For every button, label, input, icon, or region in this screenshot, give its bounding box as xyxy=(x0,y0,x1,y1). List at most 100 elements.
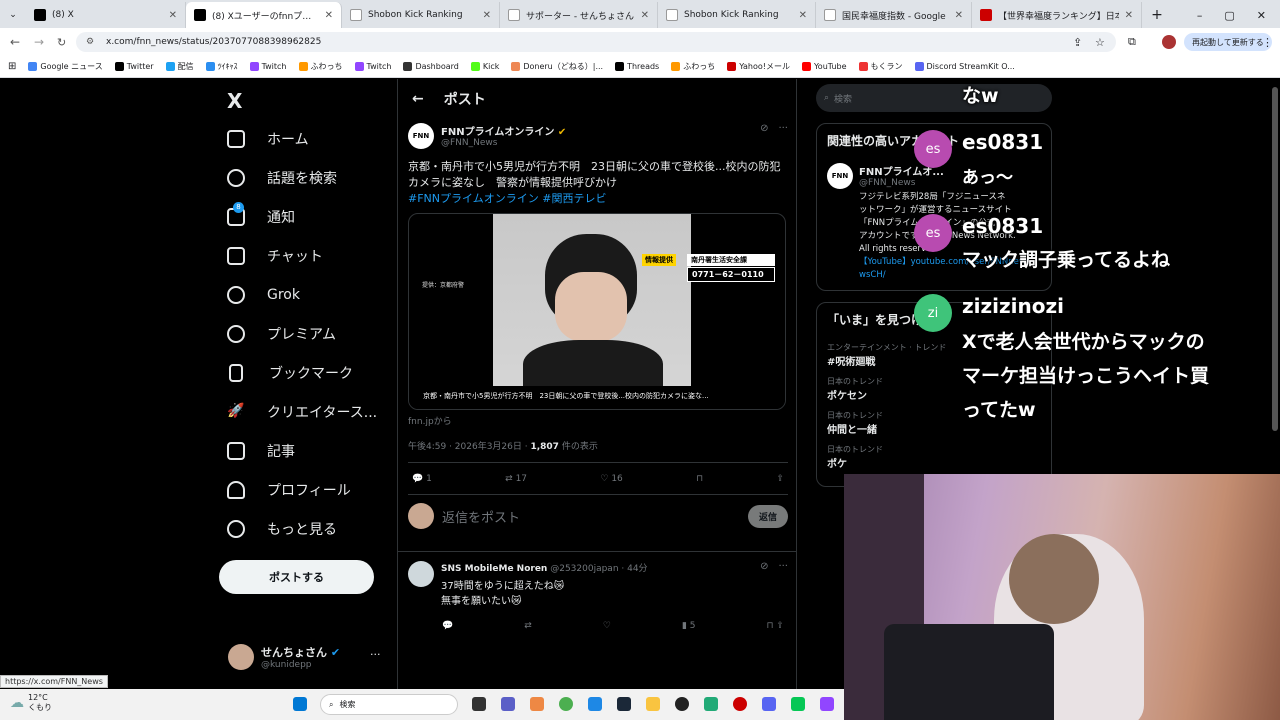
copilot-icon[interactable] xyxy=(530,697,544,711)
bookmark-item[interactable]: ふわっち xyxy=(671,61,715,72)
new-tab-icon[interactable]: + xyxy=(1142,2,1172,28)
back-arrow-icon[interactable]: ← xyxy=(412,91,424,107)
trend-item[interactable]: 日本のトレンド ポケ xyxy=(827,444,1041,470)
taskbar-search[interactable]: ⌕ 検索 xyxy=(320,694,458,715)
account-switcher[interactable]: せんちょさん ✔ @kunidepp ··· xyxy=(228,642,388,682)
steam-icon[interactable] xyxy=(617,697,631,711)
reply-author-name[interactable]: SNS MobileMe Noren xyxy=(441,564,547,574)
post-button[interactable]: ポストする xyxy=(219,560,374,594)
bookmark-item[interactable]: 配信 xyxy=(165,61,194,72)
more-icon[interactable]: ··· xyxy=(370,648,381,661)
close-icon[interactable]: ✕ xyxy=(1125,10,1133,21)
tab-ranking[interactable]: 【世界幸福度ランキング】日本の幸福 ✕ xyxy=(972,2,1142,28)
tweet-media[interactable]: 提供：京都府警 情報提供 南丹署生活安全課 0771－62－0110 京都・南丹… xyxy=(408,213,786,410)
scrollbar[interactable] xyxy=(1272,87,1278,431)
bookmark-item[interactable]: もくラン xyxy=(858,61,903,72)
retweet-action[interactable]: ⇄ 17 xyxy=(505,474,527,484)
weather-widget[interactable]: ☁ 12°C くもり xyxy=(10,693,52,713)
close-icon[interactable]: ✕ xyxy=(483,10,491,21)
tab-google[interactable]: 国民幸福度指数 - Google 検索 ✕ xyxy=(816,2,972,28)
bookmark-item[interactable]: Google ニュース xyxy=(28,61,103,72)
close-icon[interactable]: ✕ xyxy=(169,10,177,21)
bookmark-item[interactable]: ﾂｲｷｬｽ xyxy=(205,61,238,72)
tab-search-icon[interactable]: ⌄ xyxy=(0,2,26,28)
line-icon[interactable] xyxy=(791,697,805,711)
bookmark-item[interactable]: ふわっち xyxy=(298,61,343,72)
grok-icon[interactable]: ⊘ xyxy=(760,123,768,149)
tab-shobon-1[interactable]: Shobon Kick Ranking ✕ xyxy=(342,2,500,28)
nav-notifications[interactable]: 8 通知 xyxy=(218,197,396,236)
bookmark-item[interactable]: Dashboard xyxy=(403,62,459,71)
reply-author-handle[interactable]: @253200japan · 44分 xyxy=(550,564,647,574)
install-icon[interactable]: ⇪ xyxy=(1073,36,1082,49)
minimize-icon[interactable]: – xyxy=(1197,9,1203,22)
start-icon[interactable] xyxy=(293,697,307,711)
retweet-icon[interactable]: ⇄ xyxy=(524,621,532,631)
folder-icon[interactable] xyxy=(646,697,660,711)
bookmark-item[interactable]: Threads xyxy=(615,62,659,71)
bookmark-share-icons[interactable]: ⊓ ⇪ xyxy=(767,621,784,631)
forward-icon[interactable]: → xyxy=(34,35,44,49)
close-icon[interactable]: ✕ xyxy=(325,10,333,21)
tweet-author-name[interactable]: FNNプライムオンライン xyxy=(441,127,554,138)
nav-grok[interactable]: Grok xyxy=(218,275,396,314)
close-icon[interactable]: ✕ xyxy=(641,10,649,21)
tweet-hashtags[interactable]: #FNNプライムオンライン #関西テレビ xyxy=(408,192,607,205)
close-window-icon[interactable]: ✕ xyxy=(1257,9,1266,22)
bookmark-icon[interactable]: ⊓ xyxy=(696,474,703,484)
heart-icon[interactable]: ♡ xyxy=(603,621,611,631)
share-icon[interactable]: ⇪ xyxy=(776,474,784,484)
discord-icon[interactable] xyxy=(762,697,776,711)
apps-icon[interactable]: ⊞ xyxy=(8,61,16,72)
bookmark-item[interactable]: Twitch xyxy=(249,62,287,71)
site-info-icon[interactable]: ⚙ xyxy=(86,37,94,47)
bookmark-item[interactable]: YouTube xyxy=(801,62,847,71)
reply-input[interactable]: 返信をポスト xyxy=(442,507,520,526)
bookmark-item[interactable]: Yahoo!メール xyxy=(727,61,790,72)
bookmark-item[interactable]: Twitch xyxy=(354,62,391,71)
bookmark-item[interactable]: Discord StreamKit O... xyxy=(914,62,1015,71)
record-icon[interactable] xyxy=(733,697,747,711)
views-action[interactable]: ▮ 5 xyxy=(682,621,696,631)
chrome-icon[interactable] xyxy=(559,697,573,711)
bookmark-star-icon[interactable]: ☆ xyxy=(1095,36,1105,49)
bookmark-item[interactable]: Doneru（どねる）|... xyxy=(511,61,603,72)
relaunch-update-button[interactable]: 再起動して更新する xyxy=(1184,33,1272,51)
like-action[interactable]: ♡ 16 xyxy=(600,474,622,484)
reply-action[interactable]: 💬 1 xyxy=(412,474,432,484)
avatar[interactable] xyxy=(408,561,434,587)
nav-chat[interactable]: チャット xyxy=(218,236,396,275)
more-icon[interactable]: ··· xyxy=(778,561,788,607)
close-icon[interactable]: ✕ xyxy=(799,10,807,21)
obs-icon[interactable] xyxy=(675,697,689,711)
tab-supporter[interactable]: サポーター - せんちょさん (@kunidepp ✕ xyxy=(500,2,658,28)
fnn-avatar[interactable]: FNN xyxy=(827,163,853,189)
twitch-icon[interactable] xyxy=(820,697,834,711)
tweet-source[interactable]: fnn.jpから xyxy=(408,414,788,427)
reload-icon[interactable]: ↻ xyxy=(57,36,66,49)
nav-home[interactable]: ホーム xyxy=(218,119,396,158)
profile-avatar[interactable] xyxy=(1162,35,1176,49)
x-logo-icon[interactable]: X xyxy=(227,89,242,113)
app-icon[interactable] xyxy=(704,697,718,711)
tab-x-home[interactable]: (8) X ✕ xyxy=(26,2,186,28)
maximize-icon[interactable]: ▢ xyxy=(1224,9,1234,22)
bookmark-item[interactable]: Twitter xyxy=(114,62,154,71)
back-icon[interactable]: ← xyxy=(10,35,20,49)
reply-icon[interactable]: 💬 xyxy=(442,621,453,631)
menu-icon[interactable]: ⋮ xyxy=(1262,36,1273,49)
grok-icon[interactable]: ⊘ xyxy=(760,561,768,607)
url-input[interactable]: ⚙ x.com/fnn_news/status/2037077088398962… xyxy=(76,32,1116,52)
close-icon[interactable]: ✕ xyxy=(955,10,963,21)
nav-creator-studio[interactable]: 🚀 クリエイタース... xyxy=(218,392,396,431)
nav-profile[interactable]: プロフィール xyxy=(218,470,396,509)
teams-icon[interactable] xyxy=(501,697,515,711)
tweet-time[interactable]: 午後4:59 · 2026年3月26日 · xyxy=(408,442,530,452)
search-input[interactable]: ⌕ 検索 xyxy=(816,84,1052,112)
nav-articles[interactable]: 記事 xyxy=(218,431,396,470)
edge-icon[interactable] xyxy=(588,697,602,711)
nav-premium[interactable]: プレミアム xyxy=(218,314,396,353)
tab-fnn-post[interactable]: (8) Xユーザーのfnnプライムオンライン ✕ xyxy=(186,2,342,28)
fnn-avatar[interactable]: FNN xyxy=(408,123,434,149)
related-name[interactable]: FNNプライムオ... xyxy=(859,167,944,178)
